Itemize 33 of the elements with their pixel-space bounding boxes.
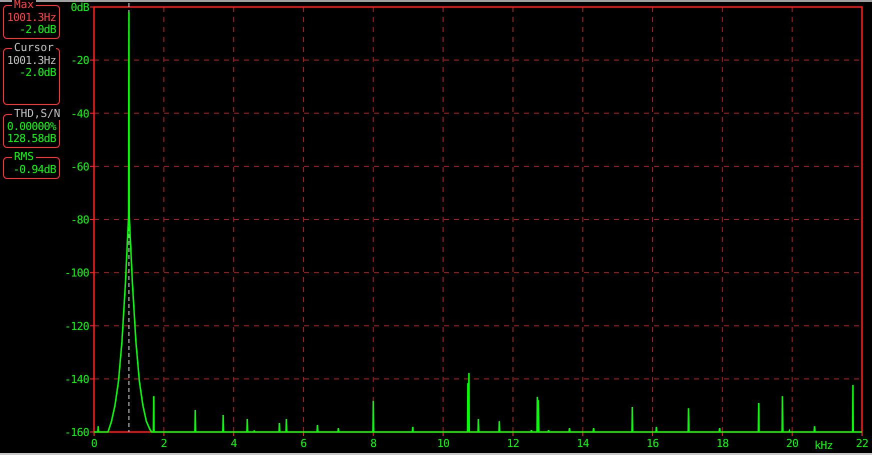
axis-tick-label: -140: [64, 372, 89, 386]
axis-tick-label: 10: [436, 437, 450, 450]
axis-tick-label: 8: [370, 437, 376, 450]
readout-title: Cursor: [12, 42, 56, 54]
axis-tick-label: 18: [716, 437, 728, 450]
axis-tick-label: 0dB: [70, 2, 89, 14]
axis-tick-label: -20: [70, 54, 89, 68]
readout-title: THD,S/N: [12, 108, 62, 120]
axis-tick-label: 2: [160, 437, 167, 450]
axis-tick-label: -80: [70, 214, 89, 226]
axis-tick-label: 6: [300, 437, 307, 450]
axis-tick-label: 20: [786, 437, 798, 450]
readout-value: 1001.3Hz: [7, 55, 56, 67]
axis-tick-label: -60: [70, 160, 89, 174]
axis-tick-label: 4: [230, 437, 237, 450]
readout-value: -2.0dB: [18, 67, 56, 79]
readout-value: 128.58dB: [7, 133, 56, 145]
axis-tick-label: 14: [576, 437, 589, 450]
axis-tick-label: -100: [64, 266, 89, 280]
axis-tick-label: 12: [506, 437, 520, 450]
readout-title: Max: [12, 0, 36, 11]
readout-value: -2.0dB: [18, 24, 56, 36]
readout-value: -0.94dB: [12, 164, 56, 176]
axis-tick-label: 22: [856, 437, 868, 450]
readout-value: 1001.3Hz: [7, 12, 56, 24]
axis-tick-label: -40: [70, 107, 89, 120]
axis-tick-label: 0: [90, 437, 98, 450]
readout-value: 0.00000%: [7, 121, 56, 133]
axis-title: kHz: [814, 439, 833, 452]
axis-tick-label: -160: [64, 426, 89, 439]
axis-tick-label: -120: [64, 320, 89, 333]
readout-title: RMS: [12, 151, 36, 163]
axis-tick-label: 16: [646, 437, 659, 450]
